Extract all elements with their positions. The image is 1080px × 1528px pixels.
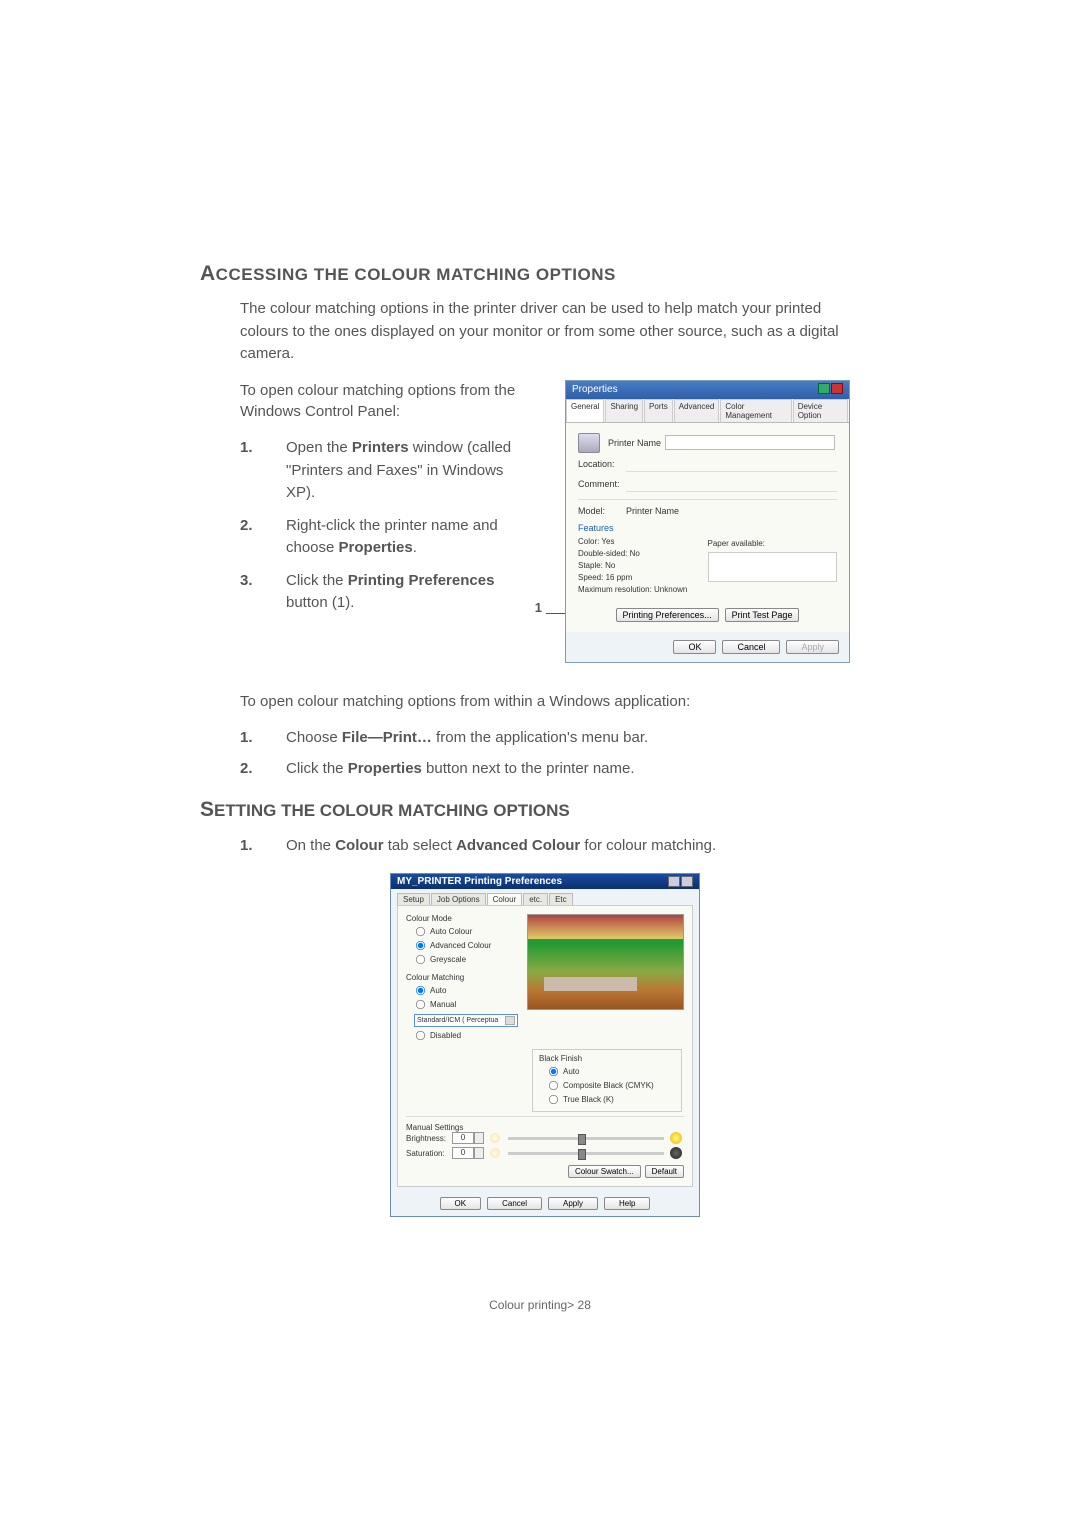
opt-cm-manual[interactable]: Manual xyxy=(406,998,523,1012)
cancel-button[interactable]: Cancel xyxy=(722,640,780,654)
page-footer: Colour printing> 28 xyxy=(0,1298,1080,1312)
app-step-1: 1.Choose File—Print… from the applicatio… xyxy=(240,727,850,750)
pref-window-buttons[interactable] xyxy=(667,876,693,887)
opt-cm-disabled[interactable]: Disabled xyxy=(406,1029,523,1043)
printer-name-field[interactable] xyxy=(665,435,835,450)
pref-apply-button[interactable]: Apply xyxy=(548,1197,598,1210)
apply-button[interactable]: Apply xyxy=(786,640,839,654)
colour-swatch-button[interactable]: Colour Swatch... xyxy=(568,1165,641,1178)
opt-bf-true[interactable]: True Black (K) xyxy=(539,1093,675,1107)
step-3: 3.Click the Printing Preferences button … xyxy=(240,570,525,615)
brightness-label: Brightness: xyxy=(406,1134,452,1143)
opt-bf-composite[interactable]: Composite Black (CMYK) xyxy=(539,1079,675,1093)
opt-cm-auto[interactable]: Auto xyxy=(406,984,523,998)
pref-help-button[interactable]: Help xyxy=(604,1197,650,1210)
brightness-slider[interactable] xyxy=(508,1137,664,1140)
section-heading-accessing: ACCESSING THE COLOUR MATCHING OPTIONS xyxy=(200,262,850,286)
ok-button[interactable]: OK xyxy=(673,640,716,654)
sun-dim-icon xyxy=(490,1133,500,1143)
intro-paragraph: The colour matching options in the print… xyxy=(200,298,850,366)
pref-tabs[interactable]: Setup Job Options Colour etc. Etc xyxy=(391,889,699,905)
opt-advanced-colour[interactable]: Advanced Colour xyxy=(406,939,523,953)
tab-general: General xyxy=(566,399,604,422)
comment-field[interactable] xyxy=(626,479,837,492)
saturation-value[interactable]: 0 xyxy=(452,1147,474,1159)
intro-control-panel: To open colour matching options from the… xyxy=(240,380,525,424)
tab-device-option: Device Option xyxy=(793,399,848,422)
section-heading-setting: SETTING THE COLOUR MATCHING OPTIONS xyxy=(200,798,850,822)
printer-icon xyxy=(578,433,600,453)
chevron-down-icon xyxy=(505,1016,515,1025)
setting-step-1: 1.On the Colour tab select Advanced Colo… xyxy=(240,834,850,857)
colour-matching-label: Colour Matching xyxy=(406,973,523,982)
help-icon xyxy=(818,383,830,394)
colour-preview-image xyxy=(527,914,684,1010)
pref-dialog-titlebar: MY_PRINTER Printing Preferences xyxy=(391,874,699,889)
colour-mode-label: Colour Mode xyxy=(406,914,523,923)
location-field[interactable] xyxy=(626,459,837,472)
step-1: 1.Open the Printers window (called "Prin… xyxy=(240,437,525,505)
paper-available-label: Paper available: xyxy=(708,538,838,550)
tab-setup: Setup xyxy=(397,893,430,905)
model-label: Model: xyxy=(578,506,626,516)
brightness-value[interactable]: 0 xyxy=(452,1132,474,1144)
matching-combobox[interactable]: Standard/ICM ( Perceptua xyxy=(414,1014,518,1027)
pref-cancel-button[interactable]: Cancel xyxy=(487,1197,542,1210)
properties-dialog: Properties General Sharing Ports Advance… xyxy=(565,380,850,663)
close-icon xyxy=(681,876,693,887)
pref-ok-button[interactable]: OK xyxy=(440,1197,482,1210)
paper-available-list[interactable] xyxy=(708,552,838,582)
printing-preferences-dialog: MY_PRINTER Printing Preferences Setup Jo… xyxy=(390,873,700,1217)
opt-greyscale[interactable]: Greyscale xyxy=(406,953,523,967)
saturation-label: Saturation: xyxy=(406,1149,452,1158)
opt-bf-auto[interactable]: Auto xyxy=(539,1065,675,1079)
tab-sharing: Sharing xyxy=(605,399,643,422)
default-button[interactable]: Default xyxy=(645,1165,684,1178)
dialog-tabs[interactable]: General Sharing Ports Advanced Color Man… xyxy=(566,399,849,423)
saturation-spinner[interactable] xyxy=(474,1147,484,1159)
features-label: Features xyxy=(578,523,837,533)
brightness-spinner[interactable] xyxy=(474,1132,484,1144)
saturation-slider[interactable] xyxy=(508,1152,664,1155)
tab-job-options: Job Options xyxy=(431,893,486,905)
window-buttons[interactable] xyxy=(817,383,843,397)
printing-preferences-button[interactable]: Printing Preferences... xyxy=(616,608,719,622)
tab-ports: Ports xyxy=(644,399,673,422)
tab-advanced: Advanced xyxy=(674,399,720,422)
callout-1: 1 xyxy=(535,600,542,615)
comment-label: Comment: xyxy=(578,479,626,492)
manual-settings-label: Manual Settings xyxy=(406,1123,684,1132)
print-test-page-button[interactable]: Print Test Page xyxy=(725,608,800,622)
app-step-2: 2.Click the Properties button next to th… xyxy=(240,758,850,781)
dialog-titlebar: Properties xyxy=(566,381,849,399)
tab-colour: Colour xyxy=(487,893,523,905)
location-label: Location: xyxy=(578,459,626,472)
close-icon xyxy=(831,383,843,394)
callout-leader xyxy=(546,613,566,614)
sat-low-icon xyxy=(490,1148,500,1158)
intro-application: To open colour matching options from wit… xyxy=(200,691,850,714)
help-icon xyxy=(668,876,680,887)
step-2: 2.Right-click the printer name and choos… xyxy=(240,515,525,560)
tab-etc1: etc. xyxy=(523,893,548,905)
black-finish-label: Black Finish xyxy=(539,1054,675,1063)
sat-high-icon xyxy=(670,1147,682,1159)
sun-bright-icon xyxy=(670,1132,682,1144)
tab-etc2: Etc xyxy=(549,893,573,905)
printer-name-label: Printer Name xyxy=(608,438,661,448)
model-value: Printer Name xyxy=(626,506,679,516)
tab-color-mgmt: Color Management xyxy=(720,399,791,422)
opt-auto-colour[interactable]: Auto Colour xyxy=(406,925,523,939)
features-left: Color: Yes Double-sided: No Staple: No S… xyxy=(578,536,708,596)
